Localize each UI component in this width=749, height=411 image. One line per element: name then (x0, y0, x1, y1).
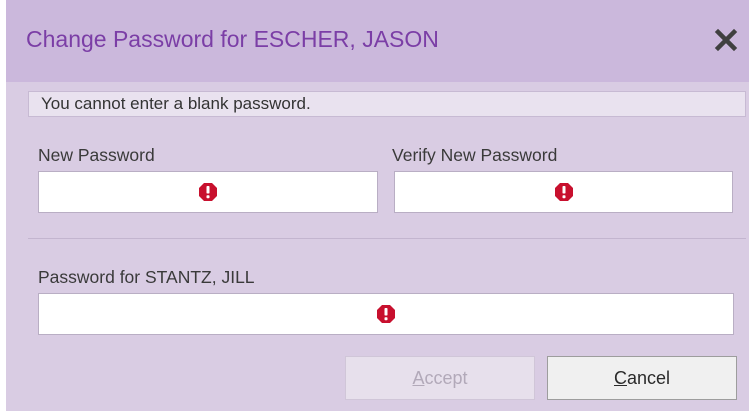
dialog-title: Change Password for ESCHER, JASON (26, 26, 439, 52)
admin-password-input[interactable] (39, 294, 733, 334)
new-password-field (38, 171, 378, 213)
cancel-button[interactable]: Cancel (547, 356, 737, 400)
accept-mnemonic: A (412, 368, 425, 388)
new-password-label: New Password (38, 145, 155, 165)
new-password-input[interactable] (39, 172, 377, 212)
verify-password-field (394, 171, 733, 213)
close-icon[interactable] (712, 24, 740, 54)
admin-password-field (38, 293, 734, 335)
verify-password-label: Verify New Password (392, 145, 558, 165)
change-password-dialog: Change Password for ESCHER, JASON You ca… (6, 0, 749, 411)
error-message: You cannot enter a blank password. (28, 91, 746, 117)
cancel-label-rest: ancel (626, 368, 671, 388)
admin-password-label: Password for STANTZ, JILL (38, 267, 255, 287)
cancel-mnemonic: C (613, 368, 627, 388)
accept-label-rest: ccept (424, 368, 468, 388)
section-divider (28, 238, 746, 239)
dialog-titlebar: Change Password for ESCHER, JASON (6, 0, 749, 82)
accept-button[interactable]: Accept (345, 356, 535, 400)
verify-password-input[interactable] (395, 172, 732, 212)
